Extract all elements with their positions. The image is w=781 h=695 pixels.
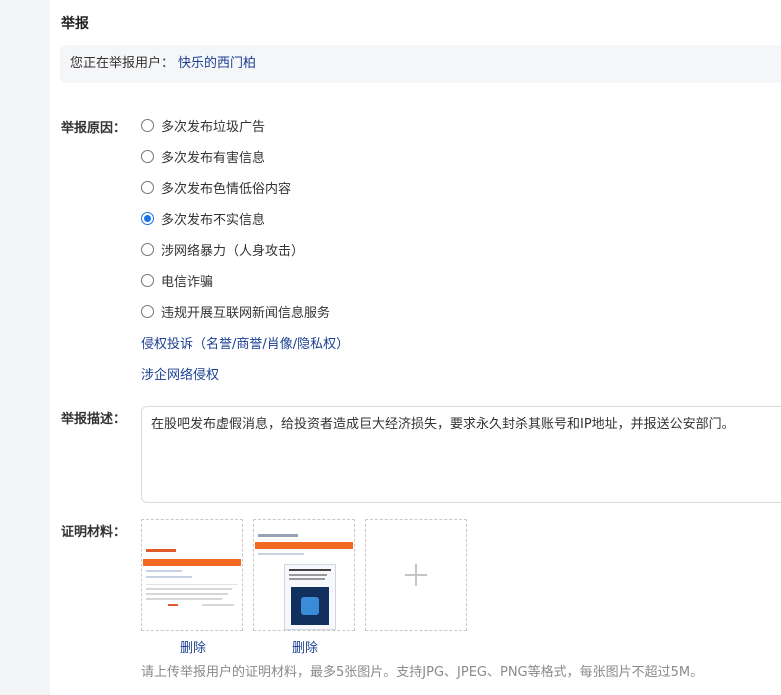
add-image-button[interactable]	[365, 519, 467, 631]
thumbnail-header	[255, 533, 353, 538]
reason-option-label: 多次发布色情低俗内容	[161, 181, 292, 197]
target-user-link[interactable]: 快乐的西门柏	[178, 56, 256, 71]
thumbnail-banner	[255, 542, 353, 549]
thumbnail-article-card	[284, 564, 336, 630]
upload-hint: 请上传举报用户的证明材料，最多5张图片。支持JPG、JPEG、PNG等格式，每张…	[141, 665, 704, 680]
reason-option-harmful-info[interactable]: 多次发布有害信息	[141, 146, 265, 166]
delete-image-2-button[interactable]: 删除	[292, 637, 318, 656]
thumbnail-banner	[143, 559, 241, 566]
description-label: 举报描述：	[61, 412, 127, 427]
radio-button[interactable]	[141, 304, 154, 318]
reason-option-telecom-fraud[interactable]: 电信诈骗	[141, 270, 213, 290]
reason-label: 举报原因：	[61, 121, 127, 136]
reason-option-false-info[interactable]: 多次发布不实信息	[141, 208, 265, 228]
enterprise-infringement-link[interactable]: 涉企网络侵权	[141, 364, 219, 383]
radio-button[interactable]	[141, 118, 154, 132]
reason-option-label: 多次发布有害信息	[161, 150, 266, 166]
reason-option-label: 多次发布垃圾广告	[161, 119, 266, 135]
infringement-complaint-link[interactable]: 侵权投诉（名誉/商誉/肖像/隐私权）	[141, 333, 349, 352]
radio-button[interactable]	[141, 273, 154, 287]
radio-button[interactable]	[141, 242, 154, 256]
reason-option-label: 涉网络暴力（人身攻击）	[161, 243, 305, 259]
radio-button-checked[interactable]	[141, 211, 154, 225]
evidence-thumbnail-1[interactable]	[141, 519, 243, 631]
evidence-label: 证明材料：	[61, 525, 127, 540]
target-prefix: 您正在举报用户：	[70, 56, 175, 71]
report-target-box: 您正在举报用户： 快乐的西门柏	[60, 45, 781, 83]
radio-button[interactable]	[141, 149, 154, 163]
thumbnail-header	[143, 548, 241, 554]
reason-option-spam-ads[interactable]: 多次发布垃圾广告	[141, 115, 265, 135]
report-panel: 举报 您正在举报用户： 快乐的西门柏 举报原因： 多次发布垃圾广告 多次发布有害信…	[50, 0, 781, 695]
reason-option-label: 多次发布不实信息	[161, 212, 266, 228]
evidence-thumbnail-2[interactable]	[253, 519, 355, 631]
description-textarea[interactable]: 在股吧发布虚假消息，给投资者造成巨大经济损失，要求永久封杀其账号和IP地址，并报…	[141, 406, 781, 503]
reason-option-label: 电信诈骗	[161, 274, 214, 290]
delete-image-1-button[interactable]: 删除	[180, 637, 206, 656]
reason-option-illegal-news-service[interactable]: 违规开展互联网新闻信息服务	[141, 301, 330, 321]
radio-button[interactable]	[141, 180, 154, 194]
panel-title: 举报	[61, 16, 89, 32]
reason-option-cyberbullying[interactable]: 涉网络暴力（人身攻击）	[141, 239, 304, 259]
plus-icon	[405, 564, 427, 586]
reason-option-label: 违规开展互联网新闻信息服务	[161, 305, 331, 321]
reason-option-vulgar-content[interactable]: 多次发布色情低俗内容	[141, 177, 291, 197]
